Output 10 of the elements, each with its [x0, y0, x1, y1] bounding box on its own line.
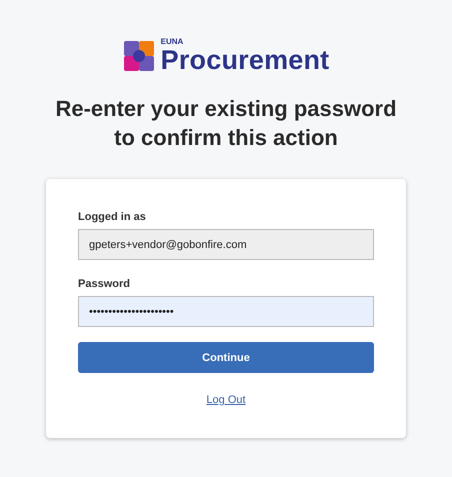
- product-name: Procurement: [160, 47, 330, 74]
- password-field[interactable]: ••••••••••••••••••••••: [78, 296, 374, 327]
- user-field[interactable]: gpeters+vendor@gobonfire.com: [78, 229, 374, 260]
- continue-button[interactable]: Continue: [78, 342, 374, 373]
- flower-logo-icon: [122, 40, 155, 72]
- field-label: Password: [78, 278, 131, 290]
- brand-name: EUNA: [160, 38, 184, 46]
- logout-link[interactable]: Log Out: [206, 394, 246, 406]
- page-heading: Re-enter your existing password to confirm this action: [54, 95, 398, 152]
- field-label: Logged in as: [78, 211, 147, 223]
